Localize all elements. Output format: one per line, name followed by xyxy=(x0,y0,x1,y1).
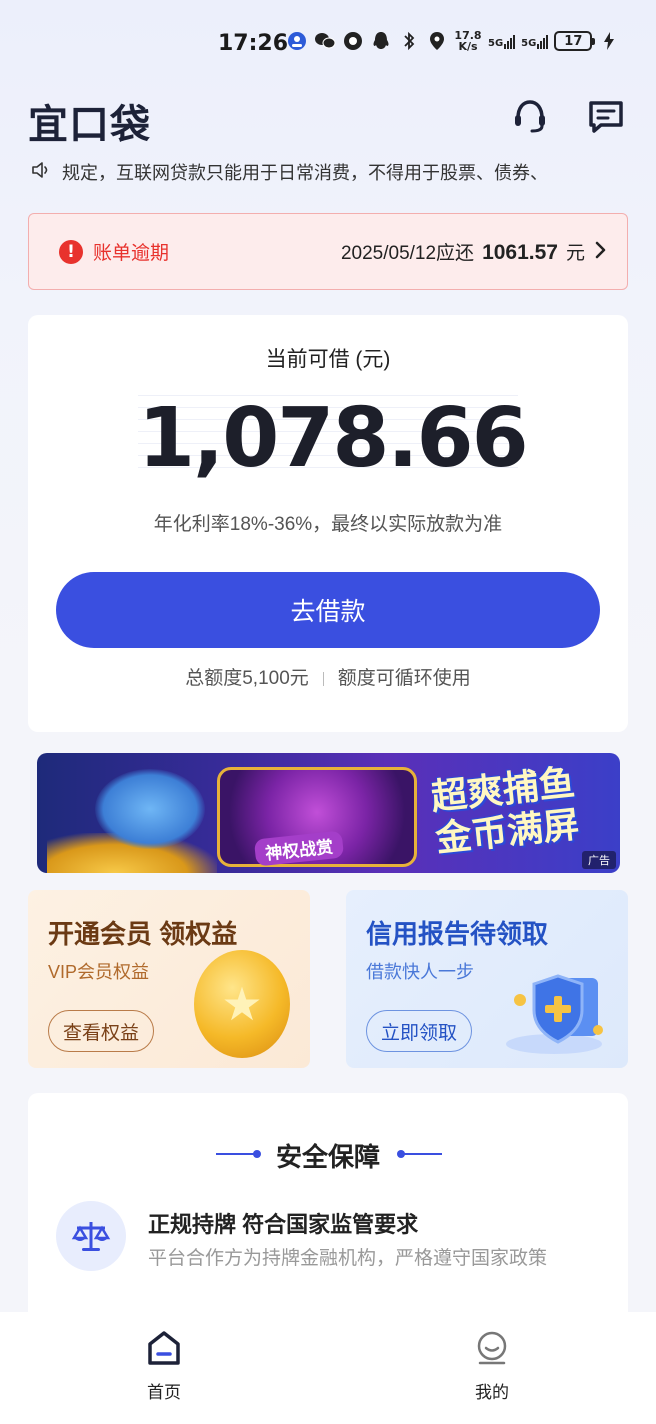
chevron-right-icon xyxy=(595,239,607,265)
status-icons: 17.8 K/s 5G 5G 17 xyxy=(286,30,620,52)
credit-subtitle: 借款快人一步 xyxy=(366,962,474,982)
signal-sim1-icon: 5G xyxy=(488,33,516,49)
total-quota: 总额度5,100元 xyxy=(185,668,309,689)
nav-home-label: 首页 xyxy=(147,1383,181,1402)
ad-banner[interactable]: 神权战赏 超爽捕鱼 金币满屏 广告 xyxy=(37,753,620,873)
app-logo: 宜口袋 xyxy=(28,102,151,148)
ad-headline: 超爽捕鱼 金币满屏 xyxy=(429,761,582,860)
interest-rate-text: 年化利率18%-36%，最终以实际放款为准 xyxy=(153,514,503,535)
nav-home[interactable]: 首页 xyxy=(114,1330,214,1403)
app-notification-icon xyxy=(286,30,308,52)
notice-ticker[interactable]: 规定，互联网贷款只能用于日常消费，不得用于股票、债券、 xyxy=(30,158,630,186)
security-card: 安全保障 正规持牌 符合国家监管要求 平台合作方为持牌金融机构，严格遵守国家政策 xyxy=(28,1093,628,1323)
security-item-desc: 平台合作方为持牌金融机构，严格遵守国家政策 xyxy=(148,1248,548,1269)
quota-info: 总额度5,100元 额度可循环使用 xyxy=(28,663,628,690)
loan-card: 当前可借 (元) 1,078.66 年化利率18%-36%，最终以实际放款为准 … xyxy=(28,315,628,732)
available-title: 当前可借 (元) xyxy=(265,348,391,371)
overdue-unit: 元 xyxy=(565,243,585,264)
shark-image xyxy=(95,769,205,849)
credit-title: 信用报告待领取 xyxy=(366,919,549,949)
wechat-icon xyxy=(314,30,336,52)
due-date-text: 2025/05/12应还 xyxy=(340,243,475,264)
nav-mine[interactable]: 我的 xyxy=(442,1330,542,1403)
net-speed: 17.8 K/s xyxy=(454,29,482,53)
headset-icon[interactable] xyxy=(510,96,550,136)
nav-mine-label: 我的 xyxy=(475,1383,509,1402)
message-icon[interactable] xyxy=(586,96,626,136)
bottom-nav: 首页 我的 xyxy=(0,1312,656,1424)
view-benefits-button[interactable]: 查看权益 xyxy=(48,1010,155,1052)
borrow-button[interactable]: 去借款 xyxy=(56,572,600,648)
browser-icon xyxy=(342,30,364,52)
security-title: 安全保障 xyxy=(275,1142,380,1172)
location-icon xyxy=(426,30,448,52)
charging-icon xyxy=(598,30,620,52)
claim-now-button[interactable]: 立即领取 xyxy=(366,1010,473,1052)
home-icon xyxy=(146,1330,182,1370)
qq-icon xyxy=(370,30,392,52)
speaker-icon xyxy=(30,159,52,185)
shield-icon xyxy=(498,970,610,1056)
ad-tag: 广告 xyxy=(582,851,616,869)
battery-icon: 17 xyxy=(554,31,596,51)
overdue-amount: 1061.57 xyxy=(482,241,558,264)
security-item-title: 正规持牌 符合国家监管要求 xyxy=(148,1212,419,1237)
title-decoration-right xyxy=(397,1150,442,1158)
vip-promo-card[interactable]: 开通会员 领权益 VIP会员权益 查看权益 ★ xyxy=(28,890,310,1068)
alert-icon: ! xyxy=(59,239,83,264)
quota-note: 额度可循环使用 xyxy=(337,668,471,689)
vip-title: 开通会员 领权益 xyxy=(48,919,238,949)
status-time: 17:26 xyxy=(218,31,289,56)
bluetooth-icon xyxy=(398,30,420,52)
signal-sim2-icon: 5G xyxy=(521,33,549,49)
overdue-label: 账单逾期 xyxy=(93,243,170,264)
scale-icon xyxy=(56,1201,126,1271)
amount-display: 1,078.66 xyxy=(138,391,529,486)
overdue-banner[interactable]: ! 账单逾期 2025/05/12应还 1061.57 元 xyxy=(28,213,628,290)
vip-subtitle: VIP会员权益 xyxy=(48,962,150,982)
status-bar: 17:26 17.8 K/s 5G 5G 17 xyxy=(0,0,656,88)
credit-report-card[interactable]: 信用报告待领取 借款快人一步 立即领取 xyxy=(346,890,628,1068)
profile-icon xyxy=(474,1330,510,1370)
star-coin-icon: ★ xyxy=(194,950,290,1058)
notice-text: 规定，互联网贷款只能用于日常消费，不得用于股票、债券、 xyxy=(62,163,548,183)
available-amount: 1,078.66 xyxy=(138,391,529,486)
